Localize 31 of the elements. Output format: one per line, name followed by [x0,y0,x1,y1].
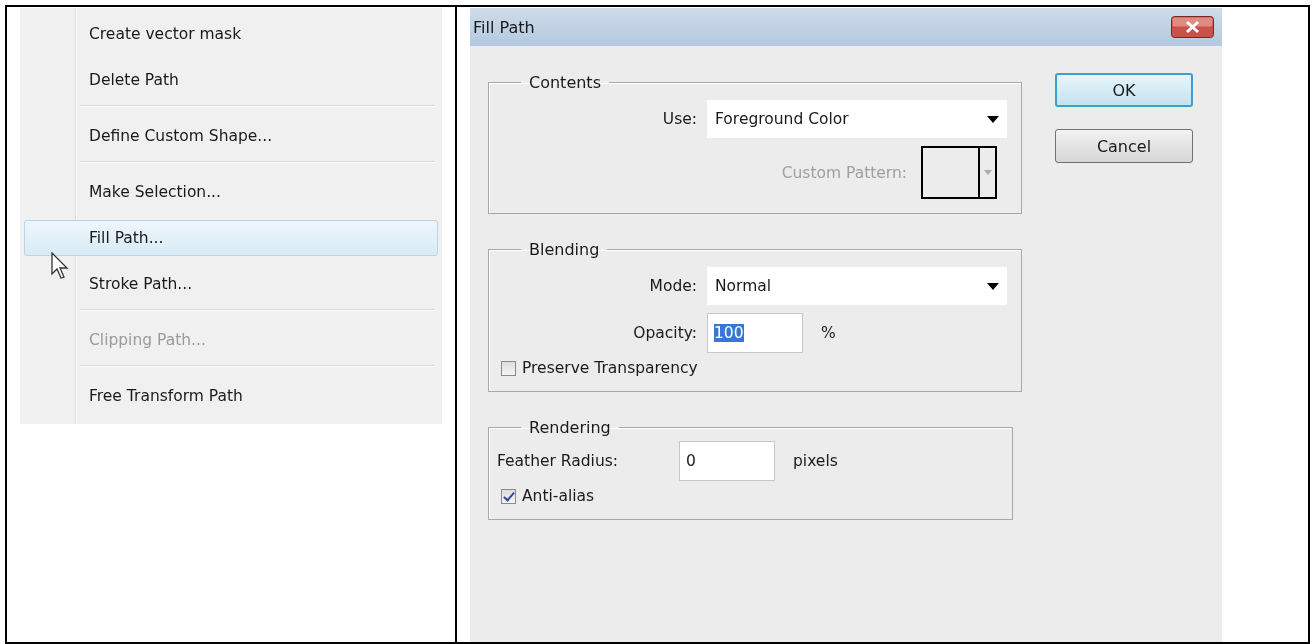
use-dropdown[interactable]: Foreground Color [707,100,1007,138]
caret-icon [987,282,999,290]
opacity-field[interactable]: 100 [707,313,803,353]
preserve-checkbox[interactable]: Preserve Transparency [501,359,698,377]
menu-item[interactable]: Make Selection... [24,174,438,210]
mode-dropdown[interactable]: Normal [707,267,1007,305]
window-title: Fill Path [473,17,535,37]
group-title: Contents [528,73,602,92]
menu-item[interactable]: Create vector mask [24,16,438,52]
field-label: Opacity: [632,324,697,342]
pattern-picker[interactable] [921,146,997,199]
feather-field[interactable]: 0 [679,441,775,481]
group-title: Blending [528,240,601,259]
cursor-icon [51,252,69,280]
ok-button[interactable]: OK [1055,73,1193,107]
menu-item[interactable]: Delete Path [24,62,438,98]
menu-item[interactable]: Define Custom Shape... [24,118,438,154]
menu-item[interactable]: Fill Path... [24,220,438,256]
caret-icon [987,115,999,123]
menu-item[interactable]: Stroke Path... [24,266,438,302]
antialias-checkbox[interactable]: Anti-alias [501,487,595,505]
field-label: Feather Radius: [497,452,620,470]
close-button[interactable] [1171,16,1214,38]
field-label: Custom Pattern: [781,163,907,182]
field-label: Mode: [648,277,697,295]
unit-label: % [821,324,836,342]
group-title: Rendering [528,418,612,437]
unit-label: pixels [793,452,838,470]
cancel-button[interactable]: Cancel [1055,129,1193,163]
field-label: Use: [661,110,697,128]
menu-item[interactable]: Free Transform Path [24,378,438,414]
